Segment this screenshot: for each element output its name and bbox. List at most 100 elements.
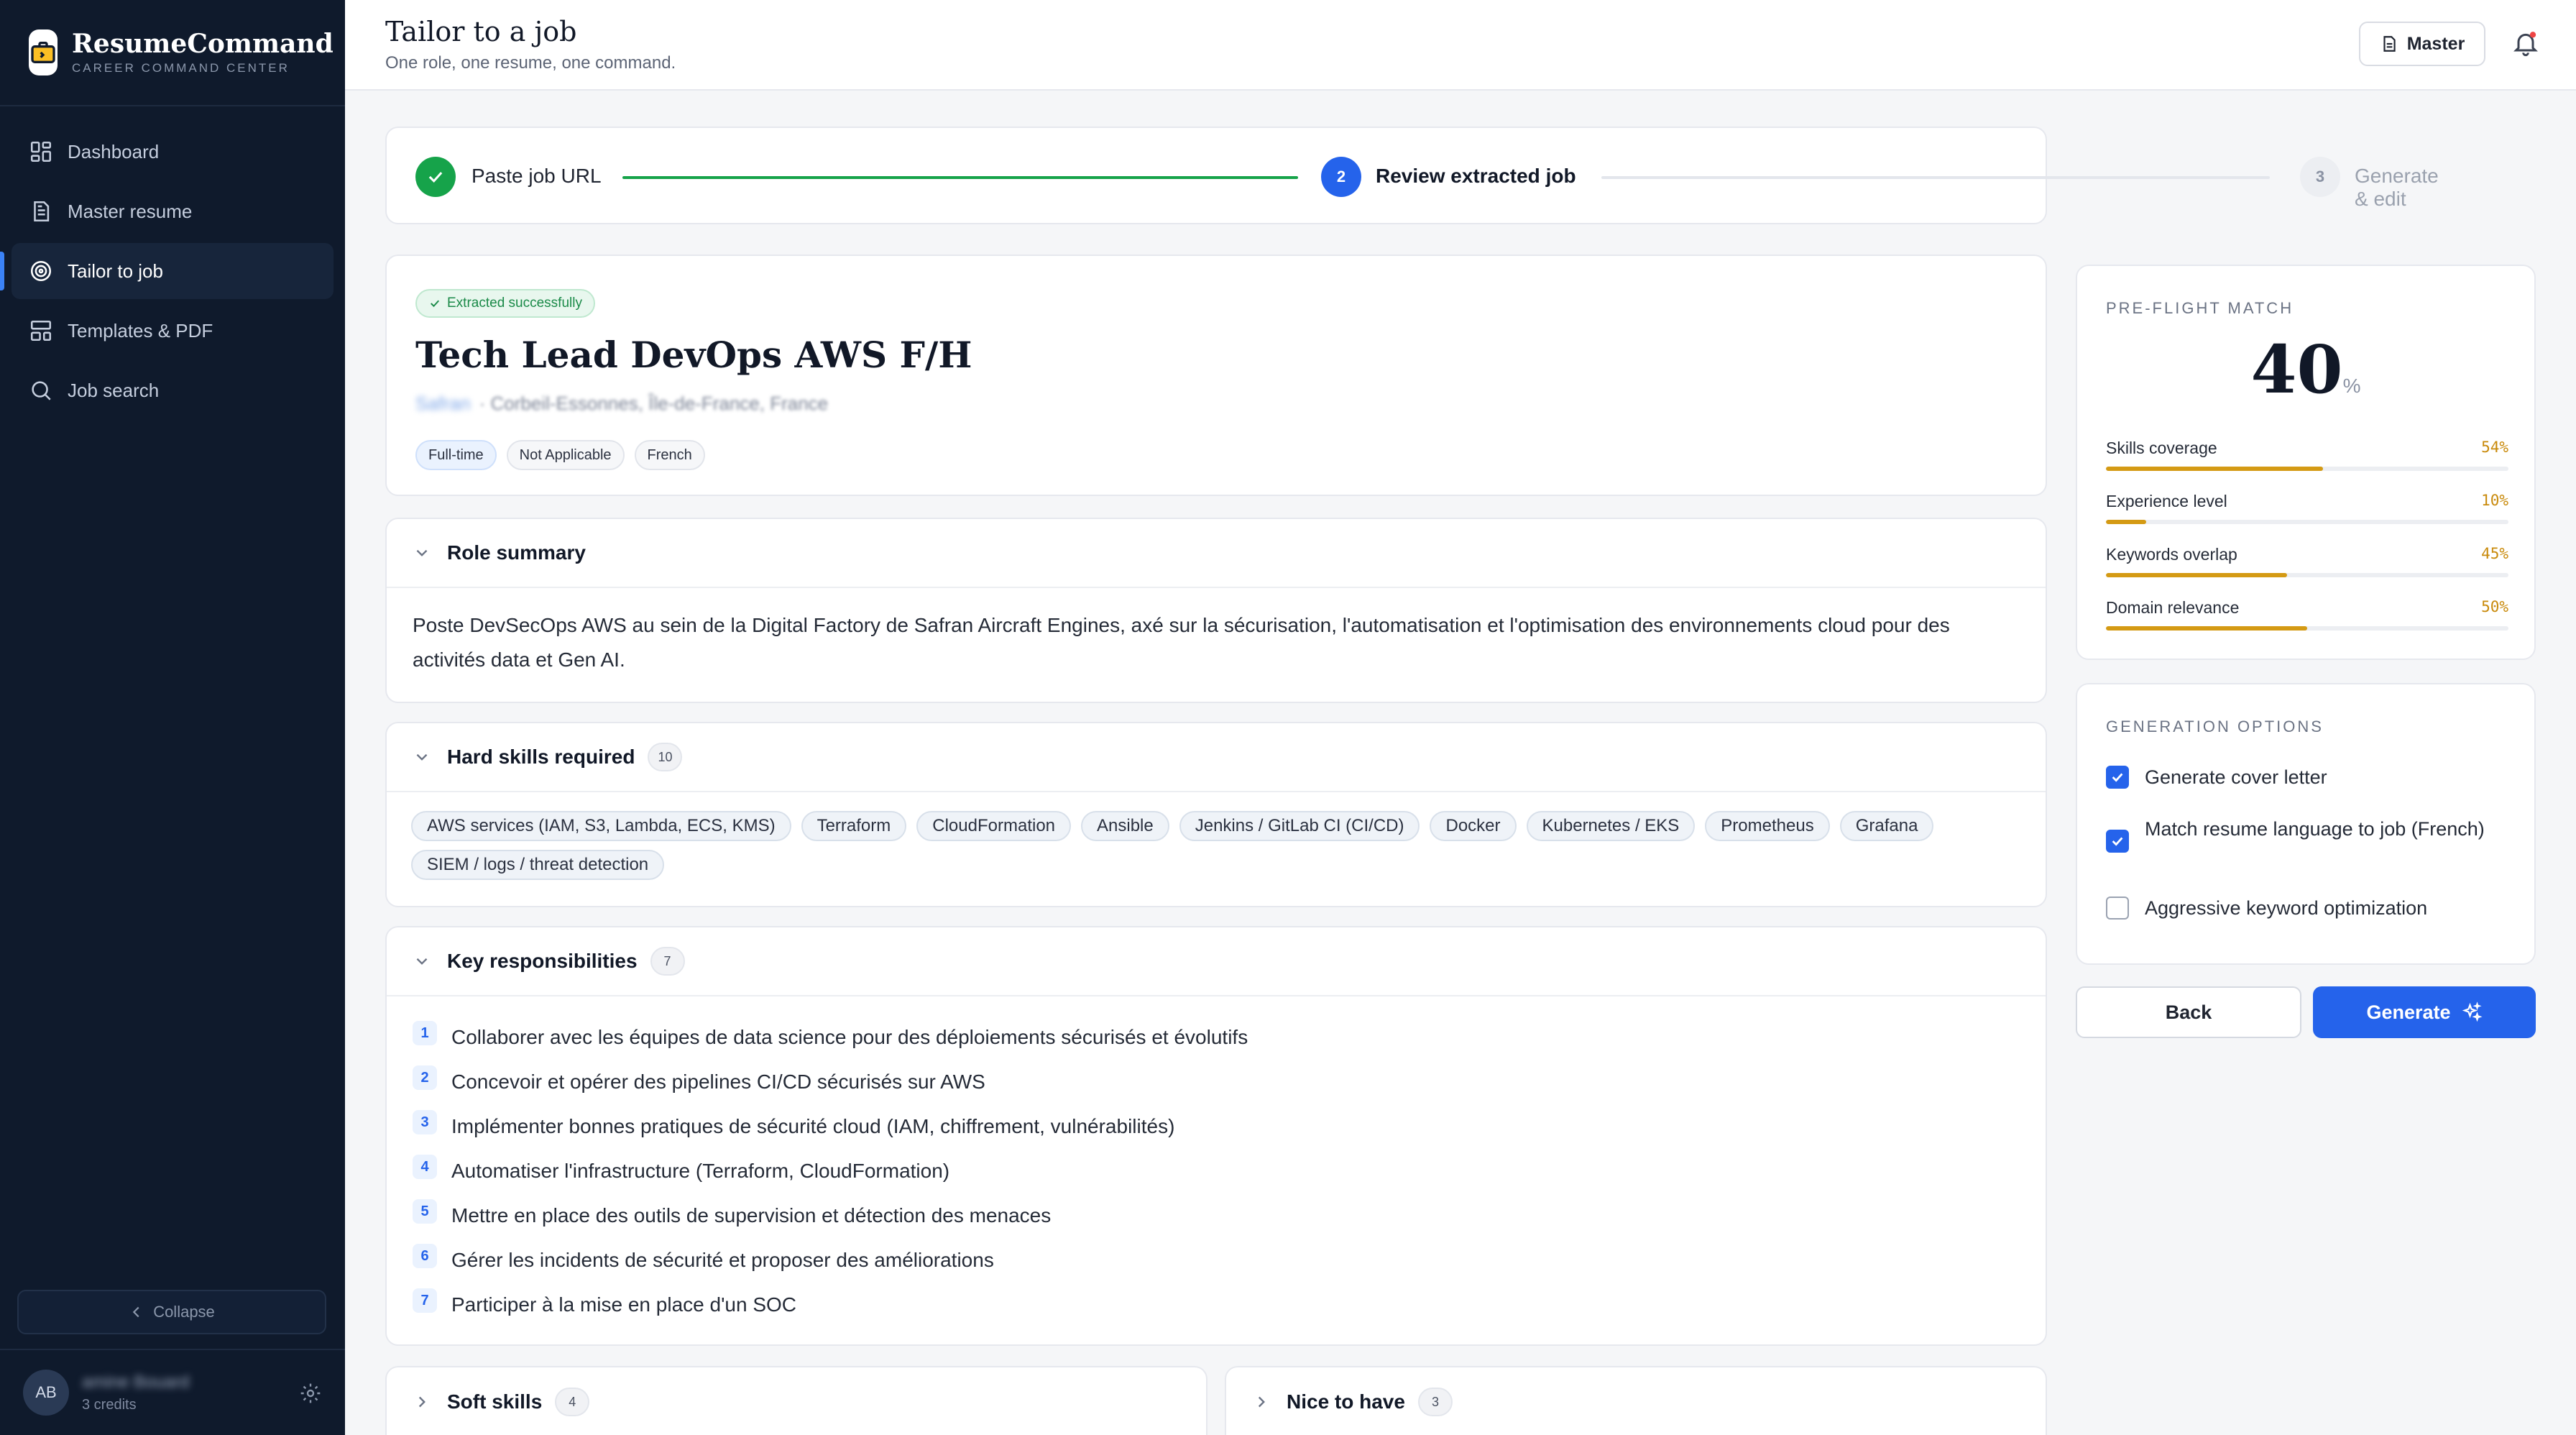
list-item: 6 Gérer les incidents de sécurité et pro… <box>413 1238 2020 1283</box>
option-cover-letter[interactable]: Generate cover letter <box>2106 764 2508 791</box>
skill-chip: Jenkins / GitLab CI (CI/CD) <box>1179 811 1420 841</box>
option-match-language[interactable]: Match resume language to job (French) <box>2106 815 2508 853</box>
top-header: Tailor to a job One role, one resume, on… <box>345 0 2576 91</box>
sidebar-item-job-search[interactable]: Job search <box>12 362 334 418</box>
chevron-right-icon <box>418 1396 426 1408</box>
step-2-label[interactable]: Review extracted job <box>1376 165 1576 188</box>
responsibilities-list: 1 Collaborer avec les équipes de data sc… <box>387 996 2046 1346</box>
master-resume-button[interactable]: Master <box>2359 22 2485 66</box>
metric-label: Domain relevance <box>2106 598 2240 617</box>
chevron-down-icon <box>416 549 428 556</box>
match-score: 40% <box>2077 331 2534 408</box>
role-summary-toggle[interactable]: Role summary <box>387 519 2046 588</box>
match-score-unit: % <box>2342 375 2361 397</box>
soft-skills-toggle[interactable]: Soft skills 4 <box>387 1367 1206 1435</box>
skill-chip: CloudFormation <box>916 811 1072 841</box>
progress-stepper: Paste job URL 2 Review extracted job 3 G… <box>385 127 2439 224</box>
sidebar-item-label: Tailor to job <box>68 260 163 282</box>
layout-icon <box>30 320 52 341</box>
skill-chip: Ansible <box>1081 811 1169 841</box>
step-connector <box>622 176 1298 179</box>
nice-to-have-section: Nice to have 3 <box>1225 1366 2047 1435</box>
user-profile[interactable]: AB amine Bouard 3 credits <box>0 1349 345 1435</box>
hard-skills-section: Hard skills required 10 AWS services (IA… <box>385 722 2047 907</box>
skill-chip: Grafana <box>1839 811 1934 841</box>
item-number: 2 <box>413 1065 437 1090</box>
responsibilities-toggle[interactable]: Key responsibilities 7 <box>387 927 2046 996</box>
item-text: Gérer les incidents de sécurité et propo… <box>451 1249 994 1271</box>
section-title: Role summary <box>447 541 586 564</box>
sidebar-item-dashboard[interactable]: Dashboard <box>12 124 334 180</box>
target-icon <box>30 260 52 282</box>
item-text: Implémenter bonnes pratiques de sécurité… <box>451 1115 1175 1137</box>
list-item: 2 Concevoir et opérer des pipelines CI/C… <box>413 1060 2020 1104</box>
option-label: Aggressive keyword optimization <box>2145 897 2428 919</box>
sidebar-item-master-resume[interactable]: Master resume <box>12 183 334 239</box>
panel-label: PRE-FLIGHT MATCH <box>2106 299 2294 317</box>
sparkles-icon <box>2462 1001 2483 1022</box>
metric-experience-level: Experience level 10% <box>2106 492 2508 524</box>
generate-label: Generate <box>2366 1001 2451 1023</box>
item-number: 3 <box>413 1110 437 1134</box>
section-title: Hard skills required <box>447 746 635 768</box>
role-summary-text: Poste DevSecOps AWS au sein de la Digita… <box>413 614 1950 671</box>
checkbox[interactable] <box>2106 830 2129 853</box>
option-aggressive-keywords[interactable]: Aggressive keyword optimization <box>2106 894 2508 922</box>
hard-skills-toggle[interactable]: Hard skills required 10 <box>387 723 2046 792</box>
gear-icon[interactable] <box>299 1382 322 1405</box>
sidebar-item-label: Templates & PDF <box>68 319 213 341</box>
item-text: Collaborer avec les équipes de data scie… <box>451 1026 1248 1048</box>
list-item: 7 Participer à la mise en place d'un SOC <box>413 1283 2020 1327</box>
count-badge: 3 <box>1417 1388 1453 1416</box>
page-subtitle: One role, one resume, one command. <box>385 53 676 73</box>
checkbox[interactable] <box>2106 766 2129 789</box>
sidebar-item-tailor-to-job[interactable]: Tailor to job <box>0 243 334 299</box>
chevron-down-icon <box>416 958 428 965</box>
job-location: Safran · Corbeil-Essonnes, Île-de-France… <box>415 393 828 415</box>
metric-bar-fill <box>2106 573 2287 577</box>
page-title: Tailor to a job <box>385 16 577 47</box>
back-button[interactable]: Back <box>2076 986 2301 1038</box>
status-badge: Extracted successfully <box>415 289 595 318</box>
item-number: 7 <box>413 1288 437 1313</box>
tag-language: French <box>634 440 705 470</box>
status-badge-label: Extracted successfully <box>447 295 582 311</box>
step-1-check-icon <box>415 157 456 197</box>
list-item: 3 Implémenter bonnes pratiques de sécuri… <box>413 1104 2020 1149</box>
bell-notification-icon[interactable] <box>2511 29 2540 58</box>
sidebar-item-label: Dashboard <box>68 140 160 162</box>
metric-value: 45% <box>2481 545 2508 562</box>
checkbox[interactable] <box>2106 897 2129 920</box>
metric-bar-fill <box>2106 467 2324 471</box>
skill-chip: Kubernetes / EKS <box>1526 811 1696 841</box>
generate-button[interactable]: Generate <box>2313 986 2536 1038</box>
sidebar-item-templates[interactable]: Templates & PDF <box>12 303 334 359</box>
chevron-left-icon <box>132 1306 139 1318</box>
step-2-number: 2 <box>1321 157 1361 197</box>
count-badge: 7 <box>650 947 685 976</box>
metric-bar <box>2106 626 2508 631</box>
job-company: Safran <box>415 393 471 414</box>
item-number: 1 <box>413 1021 437 1045</box>
step-3-label: Generate & edit <box>2355 165 2439 210</box>
metric-bar <box>2106 467 2508 471</box>
nice-to-have-toggle[interactable]: Nice to have 3 <box>1226 1367 2046 1435</box>
skills-list: AWS services (IAM, S3, Lambda, ECS, KMS)… <box>387 792 2046 899</box>
item-number: 6 <box>413 1244 437 1268</box>
preflight-match-panel: PRE-FLIGHT MATCH 40% Skills coverage 54%… <box>2076 265 2536 660</box>
count-badge: 10 <box>648 743 683 771</box>
list-item: 4 Automatiser l'infrastructure (Terrafor… <box>413 1149 2020 1193</box>
step-3-number: 3 <box>2300 157 2340 197</box>
section-title: Nice to have <box>1287 1390 1405 1413</box>
list-item: 5 Mettre en place des outils de supervis… <box>413 1193 2020 1238</box>
brand[interactable]: ResumeCommand CAREER COMMAND CENTER <box>0 0 345 106</box>
responsibilities-section: Key responsibilities 7 1 Collaborer avec… <box>385 926 2047 1346</box>
metric-skills-coverage: Skills coverage 54% <box>2106 439 2508 471</box>
metric-keywords-overlap: Keywords overlap 45% <box>2106 545 2508 577</box>
skill-chip: Prometheus <box>1705 811 1830 841</box>
collapse-button[interactable]: Collapse <box>17 1290 326 1334</box>
step-1-label[interactable]: Paste job URL <box>472 165 602 188</box>
metric-bar-fill <box>2106 520 2146 524</box>
app-name: ResumeCommand <box>72 29 334 59</box>
metric-label: Keywords overlap <box>2106 545 2237 564</box>
